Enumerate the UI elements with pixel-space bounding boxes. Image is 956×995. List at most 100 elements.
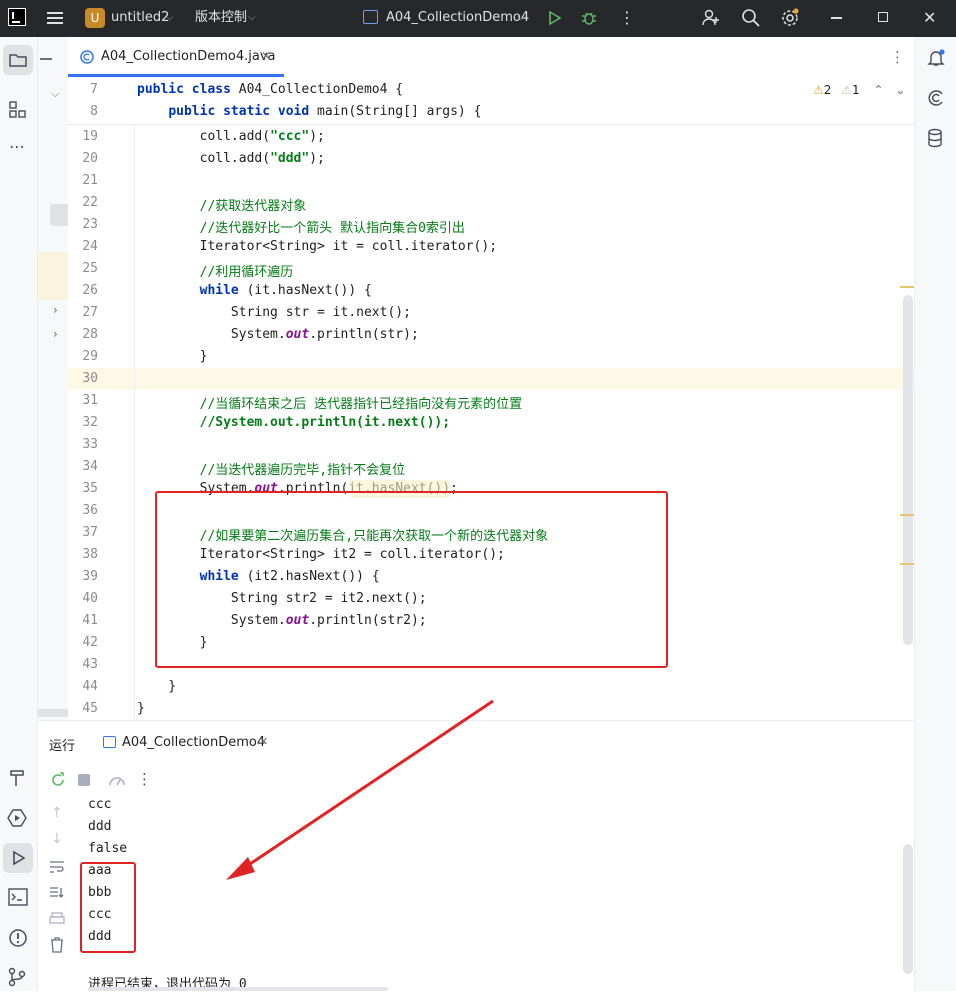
scroll-up-arrow-icon[interactable]: ↑ <box>51 805 63 821</box>
code-text: coll.add("ddd"); <box>137 151 325 166</box>
code-line[interactable]: 25 //利用循环遍历 <box>68 258 904 280</box>
annotation-box-output <box>80 862 136 953</box>
line-number: 29 <box>82 349 98 364</box>
editor-tab[interactable]: A04_CollectionDemo4.java ✕ <box>68 37 284 77</box>
console-horizontal-scrollbar[interactable] <box>88 987 388 991</box>
code-line[interactable]: 23 //迭代器好比一个箭头 默认指向集合0索引出 <box>68 214 904 236</box>
console-vertical-scrollbar[interactable] <box>903 844 913 974</box>
clear-trash-icon[interactable] <box>50 937 64 953</box>
more-tools-icon[interactable]: ⋯ <box>9 137 25 156</box>
code-line[interactable]: 19 coll.add("ccc"); <box>68 126 904 148</box>
project-tool-button[interactable] <box>3 45 33 75</box>
title-bar: U untitled2 ⌵ 版本控制 ⌵ A04_CollectionDemo4… <box>0 0 956 37</box>
warning-triangle-icon: ⚠ <box>813 83 824 97</box>
terminal-icon[interactable] <box>8 888 28 906</box>
code-line[interactable]: 24 Iterator<String> it = coll.iterator()… <box>68 236 904 258</box>
code-line[interactable]: 29 } <box>68 346 904 368</box>
run-tool-button[interactable] <box>3 843 33 873</box>
editor-tab-bar: A04_CollectionDemo4.java ✕ ⋮ <box>68 37 914 78</box>
code-line[interactable]: 22 //获取迭代器对象 <box>68 192 904 214</box>
close-run-tab-icon[interactable]: ✕ <box>259 735 268 748</box>
settings-gear-icon[interactable] <box>780 8 800 28</box>
run-config-chevron-down-icon[interactable]: ⌵ <box>517 0 525 37</box>
run-tab[interactable]: A04_CollectionDemo4 ✕ <box>103 721 283 765</box>
panel-chevron-down-icon[interactable]: ⌵ <box>51 87 59 101</box>
close-window-button[interactable]: ✕ <box>923 0 936 37</box>
more-actions-icon[interactable]: ⋮ <box>619 0 635 37</box>
maximize-button[interactable] <box>878 12 888 22</box>
vcs-menu[interactable]: 版本控制 <box>195 0 247 37</box>
panel-minimize-icon[interactable] <box>40 58 52 60</box>
console-output[interactable]: ccc ddd false aaa bbb ccc ddd 进程已结束，退出代码… <box>76 797 914 992</box>
code-line[interactable]: 31 //当循环结束之后 迭代器指针已经指向没有元素的位置 <box>68 390 904 412</box>
tree-expand-chevron-icon[interactable]: › <box>53 303 58 317</box>
code-line[interactable]: 34 //当迭代器遍历完毕,指针不会复位 <box>68 456 904 478</box>
code-line[interactable]: 32 //System.out.println(it.next()); <box>68 412 904 434</box>
line-number: 20 <box>82 151 98 166</box>
code-line[interactable]: 44 } <box>68 676 904 698</box>
code-text: //System.out.println(it.next()); <box>137 415 451 430</box>
project-chevron-down-icon[interactable]: ⌵ <box>166 0 174 37</box>
sticky-src-1: public static void main(String[] args) { <box>168 104 482 119</box>
line-number: 39 <box>82 569 98 584</box>
tree-expand-chevron-icon[interactable]: › <box>53 327 58 341</box>
project-name[interactable]: untitled2 <box>111 0 169 37</box>
run-config-tab-icon <box>103 736 116 748</box>
tree-selection-stub[interactable] <box>50 204 68 226</box>
code-line[interactable]: 21 <box>68 170 904 192</box>
editor-vertical-scrollbar[interactable] <box>903 295 913 645</box>
previous-highlight-icon[interactable]: ⌃ <box>873 83 883 97</box>
code-text: //迭代器好比一个箭头 默认指向集合0索引出 <box>137 221 465 236</box>
search-icon[interactable] <box>741 8 761 28</box>
code-line[interactable]: 30 <box>68 368 904 390</box>
code-line[interactable]: 33 <box>68 434 904 456</box>
inspection-widget[interactable]: ⚠2 ⚠1 ⌃ ⌄ <box>813 83 905 99</box>
line-number: 40 <box>82 591 98 606</box>
vcs-chevron-down-icon[interactable]: ⌵ <box>248 0 256 37</box>
code-text: //利用循环遍历 <box>137 265 294 280</box>
panel-scrollbar[interactable] <box>38 709 68 717</box>
code-text: String str = it.next(); <box>137 305 411 320</box>
project-badge[interactable]: U <box>85 8 105 28</box>
run-icon[interactable] <box>547 10 563 26</box>
run-config-selector[interactable]: A04_CollectionDemo4 <box>386 0 529 37</box>
run-more-icon[interactable]: ⋮ <box>137 770 152 788</box>
scroll-to-end-icon[interactable] <box>49 886 65 900</box>
code-line[interactable]: 27 String str = it.next(); <box>68 302 904 324</box>
git-icon[interactable] <box>8 967 26 987</box>
database-icon[interactable] <box>927 128 943 148</box>
run-panel-title: 运行 <box>49 739 76 754</box>
tab-options-icon[interactable]: ⋮ <box>890 48 905 66</box>
soft-wrap-icon[interactable] <box>49 860 65 874</box>
code-text: Iterator<String> it = coll.iterator(); <box>137 239 498 254</box>
code-line[interactable]: 20 coll.add("ddd"); <box>68 148 904 170</box>
code-text: //当循环结束之后 迭代器指针已经指向没有元素的位置 <box>137 397 523 412</box>
code-line[interactable]: 28 System.out.println(str); <box>68 324 904 346</box>
scroll-marker <box>900 514 914 516</box>
app-logo-icon[interactable] <box>8 8 26 26</box>
services-icon[interactable] <box>7 808 27 828</box>
stop-icon[interactable] <box>78 774 90 786</box>
build-hammer-icon[interactable] <box>8 768 28 788</box>
minimize-button[interactable] <box>831 17 842 19</box>
ai-assistant-icon[interactable] <box>926 88 946 108</box>
problems-icon[interactable] <box>8 928 28 948</box>
print-icon[interactable] <box>49 912 65 926</box>
sticky-lines: 7 public class A04_CollectionDemo4 { 8 pu… <box>68 77 914 125</box>
debug-icon[interactable] <box>580 9 598 27</box>
close-tab-icon[interactable]: ✕ <box>261 49 271 63</box>
line-number: 27 <box>82 305 98 320</box>
rerun-icon[interactable] <box>50 772 66 788</box>
next-highlight-icon[interactable]: ⌄ <box>895 83 905 97</box>
coverage-gauge-icon[interactable] <box>108 772 126 788</box>
main-menu-icon[interactable] <box>47 11 63 25</box>
line-number: 25 <box>82 261 98 276</box>
code-text: } <box>137 349 208 364</box>
notifications-bell-icon[interactable] <box>926 48 946 68</box>
add-user-icon[interactable] <box>701 8 721 28</box>
run-config-icon <box>363 10 378 24</box>
structure-icon[interactable] <box>9 101 27 119</box>
code-line[interactable]: 26 while (it.hasNext()) { <box>68 280 904 302</box>
code-line[interactable]: 45} <box>68 698 904 720</box>
scroll-down-arrow-icon[interactable]: ↓ <box>51 831 63 847</box>
